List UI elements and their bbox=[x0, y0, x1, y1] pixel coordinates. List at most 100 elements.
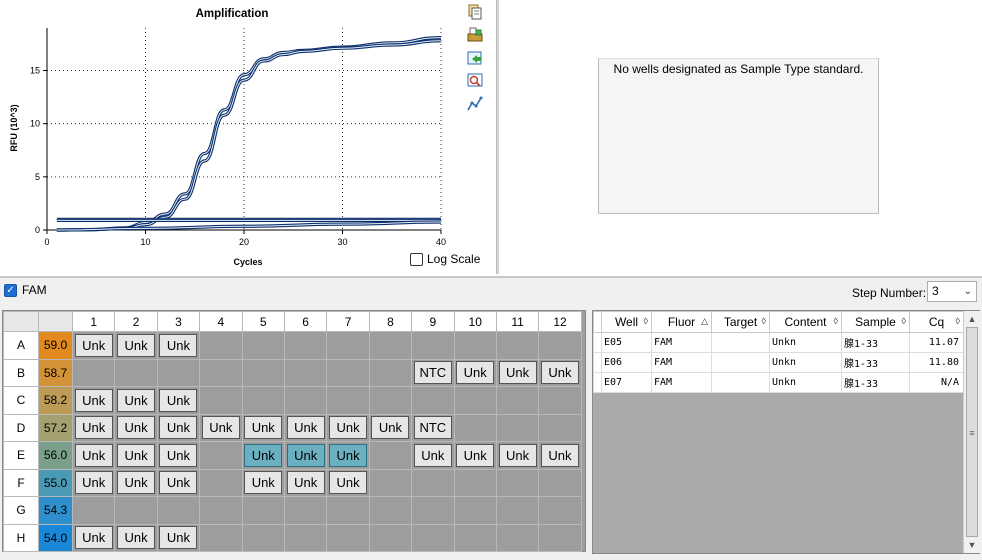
plate-column-header[interactable]: 12 bbox=[538, 311, 582, 332]
plate-well[interactable] bbox=[411, 523, 455, 552]
table-row[interactable]: E07 FAM Unkn 腺1-33 N/A bbox=[593, 372, 964, 393]
plate-well[interactable] bbox=[326, 331, 370, 360]
plate-well[interactable]: Unk bbox=[283, 468, 328, 497]
plate-well[interactable]: Unk bbox=[495, 358, 540, 387]
plate-row-header[interactable]: A bbox=[3, 331, 39, 360]
plate-well[interactable]: Unk bbox=[71, 468, 116, 497]
plate-column-header[interactable]: 7 bbox=[326, 311, 370, 332]
plate-well[interactable]: Unk bbox=[114, 468, 158, 497]
sort-icon[interactable]: ◊ bbox=[834, 316, 838, 326]
plate-well[interactable] bbox=[538, 386, 582, 415]
scroll-up-icon[interactable]: ▲ bbox=[965, 312, 979, 326]
plate-column-header[interactable]: 8 bbox=[368, 311, 413, 332]
plate-well[interactable] bbox=[283, 386, 328, 415]
plate-well[interactable] bbox=[326, 523, 370, 552]
column-header-fluor[interactable]: Fluor △ bbox=[651, 311, 712, 333]
plate-well[interactable]: Unk bbox=[538, 441, 582, 470]
export-icon[interactable] bbox=[466, 49, 484, 67]
plate-well[interactable]: Unk bbox=[241, 441, 285, 470]
well-content-chip[interactable]: Unk bbox=[456, 361, 495, 385]
plate-well[interactable] bbox=[495, 331, 540, 360]
plate-well[interactable] bbox=[411, 386, 455, 415]
log-scale-checkbox[interactable] bbox=[410, 252, 423, 266]
well-content-chip[interactable]: Unk bbox=[74, 416, 113, 440]
plate-well[interactable] bbox=[283, 358, 328, 387]
well-content-chip[interactable]: Unk bbox=[159, 388, 198, 412]
plate-well[interactable]: Unk bbox=[156, 523, 201, 552]
plate-column-header[interactable]: 11 bbox=[495, 311, 540, 332]
vertical-scrollbar[interactable]: ▲ ≡ ▼ bbox=[963, 311, 980, 553]
well-content-chip[interactable]: Unk bbox=[74, 471, 113, 495]
plate-well[interactable] bbox=[71, 358, 116, 387]
plate-well[interactable]: Unk bbox=[326, 468, 370, 497]
plate-well[interactable] bbox=[199, 468, 243, 497]
plate-well[interactable]: Unk bbox=[453, 441, 497, 470]
plate-column-header[interactable]: 6 bbox=[283, 311, 328, 332]
copy-icon[interactable] bbox=[466, 3, 484, 21]
plate-well[interactable] bbox=[538, 331, 582, 360]
plate-well[interactable]: Unk bbox=[71, 331, 116, 360]
row-selector[interactable] bbox=[593, 352, 602, 373]
plate-well[interactable] bbox=[453, 386, 497, 415]
well-content-chip[interactable]: Unk bbox=[286, 471, 325, 495]
well-content-chip[interactable]: Unk bbox=[159, 471, 198, 495]
plate-well[interactable] bbox=[453, 331, 497, 360]
plate-column-header[interactable]: 5 bbox=[241, 311, 285, 332]
graph-settings-icon[interactable] bbox=[466, 95, 484, 113]
plate-well[interactable] bbox=[453, 413, 497, 442]
well-content-chip[interactable]: NTC bbox=[413, 416, 452, 440]
well-content-chip[interactable]: Unk bbox=[117, 333, 156, 357]
column-header-target[interactable]: Target ◊ bbox=[711, 311, 770, 333]
plate-well[interactable]: Unk bbox=[114, 386, 158, 415]
table-row[interactable]: E05 FAM Unkn 腺1-33 11.07 bbox=[593, 332, 964, 353]
plate-row-header[interactable]: E bbox=[3, 441, 39, 470]
plate-well[interactable]: Unk bbox=[71, 441, 116, 470]
column-header-content[interactable]: Content ◊ bbox=[769, 311, 842, 333]
plate-well[interactable]: Unk bbox=[538, 358, 582, 387]
well-content-chip[interactable]: Unk bbox=[74, 526, 113, 550]
plate-well[interactable] bbox=[368, 331, 413, 360]
plate-well[interactable] bbox=[538, 413, 582, 442]
plate-well[interactable] bbox=[199, 441, 243, 470]
sort-icon[interactable]: ◊ bbox=[762, 316, 766, 326]
plate-well[interactable]: Unk bbox=[71, 523, 116, 552]
well-content-chip[interactable]: Unk bbox=[456, 443, 495, 467]
plate-well[interactable] bbox=[368, 386, 413, 415]
plate-well[interactable] bbox=[283, 331, 328, 360]
scroll-thumb[interactable]: ≡ bbox=[966, 327, 978, 537]
plate-well[interactable] bbox=[495, 413, 540, 442]
plate-well[interactable]: Unk bbox=[156, 441, 201, 470]
plate-well[interactable]: Unk bbox=[156, 468, 201, 497]
fam-checkbox[interactable]: ✓ bbox=[4, 283, 17, 297]
well-content-chip[interactable]: Unk bbox=[329, 443, 368, 467]
plate-well[interactable]: NTC bbox=[411, 413, 455, 442]
plate-well[interactable]: Unk bbox=[71, 413, 116, 442]
well-content-chip[interactable]: Unk bbox=[74, 388, 113, 412]
plate-well[interactable]: Unk bbox=[114, 331, 158, 360]
plate-well[interactable] bbox=[114, 358, 158, 387]
well-content-chip[interactable]: Unk bbox=[498, 361, 537, 385]
well-content-chip[interactable]: Unk bbox=[244, 416, 283, 440]
plate-well[interactable]: Unk bbox=[368, 413, 413, 442]
plate-column-header[interactable]: 4 bbox=[199, 311, 243, 332]
table-row[interactable]: E06 FAM Unkn 腺1-33 11.80 bbox=[593, 352, 964, 373]
well-content-chip[interactable]: Unk bbox=[117, 388, 156, 412]
plate-well[interactable] bbox=[326, 496, 370, 525]
plate-well[interactable]: Unk bbox=[156, 413, 201, 442]
plate-well[interactable]: Unk bbox=[495, 441, 540, 470]
plate-well[interactable] bbox=[71, 496, 116, 525]
well-content-chip[interactable]: Unk bbox=[159, 526, 198, 550]
plate-well[interactable] bbox=[368, 441, 413, 470]
plate-well[interactable] bbox=[411, 331, 455, 360]
plate-row-header[interactable]: C bbox=[3, 386, 39, 415]
plate-well[interactable]: Unk bbox=[411, 441, 455, 470]
plate-well[interactable] bbox=[453, 523, 497, 552]
plate-well[interactable] bbox=[156, 496, 201, 525]
plate-well[interactable]: Unk bbox=[156, 331, 201, 360]
plate-well[interactable] bbox=[368, 358, 413, 387]
plate-well[interactable] bbox=[114, 496, 158, 525]
plate-well[interactable]: Unk bbox=[114, 441, 158, 470]
well-content-chip[interactable]: Unk bbox=[117, 443, 156, 467]
plate-well[interactable] bbox=[495, 496, 540, 525]
well-content-chip[interactable]: Unk bbox=[286, 443, 325, 467]
